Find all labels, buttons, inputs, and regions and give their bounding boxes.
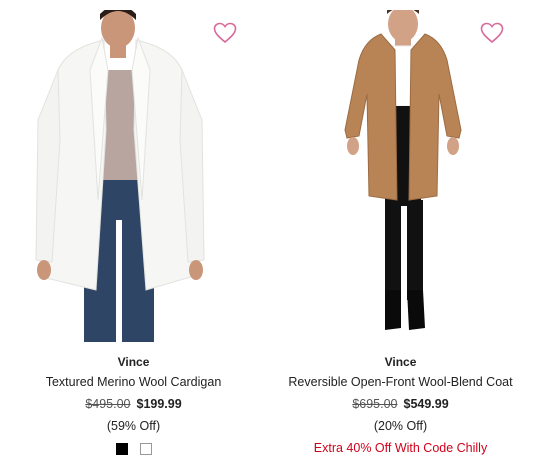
product-card[interactable]: Vince Textured Merino Wool Cardigan $495… (0, 0, 267, 468)
product-card[interactable]: Vince Reversible Open-Front Wool-Blend C… (267, 0, 534, 468)
favorite-button[interactable] (480, 22, 504, 44)
price-row: $495.00 $199.99 (0, 394, 267, 414)
product-name[interactable]: Reversible Open-Front Wool-Blend Coat (267, 372, 534, 392)
discount-label: (59% Off) (106, 419, 161, 433)
sale-price: $549.99 (403, 397, 449, 411)
promo-code-label: Extra 40% Off With Code Chilly (313, 441, 488, 455)
sale-price: $199.99 (136, 397, 182, 411)
model-coat-illustration (344, 1, 462, 330)
swatch-black[interactable] (115, 443, 128, 455)
swatch-white[interactable] (139, 443, 152, 455)
color-swatches (0, 443, 267, 455)
product-brand[interactable]: Vince (0, 354, 267, 370)
favorite-button[interactable] (213, 22, 237, 44)
model-cardigan-illustration (35, 5, 205, 342)
product-info: Vince Textured Merino Wool Cardigan $495… (0, 354, 267, 455)
product-brand[interactable]: Vince (267, 354, 534, 370)
discount-label: (20% Off) (373, 419, 428, 433)
heart-outline-icon (213, 22, 237, 44)
product-info: Vince Reversible Open-Front Wool-Blend C… (267, 354, 534, 458)
heart-outline-icon (480, 22, 504, 44)
product-name[interactable]: Textured Merino Wool Cardigan (0, 372, 267, 392)
product-image[interactable] (285, 1, 516, 342)
price-row: $695.00 $549.99 (267, 394, 534, 414)
original-price: $495.00 (85, 397, 131, 411)
original-price: $695.00 (352, 397, 398, 411)
product-image[interactable] (18, 5, 249, 342)
